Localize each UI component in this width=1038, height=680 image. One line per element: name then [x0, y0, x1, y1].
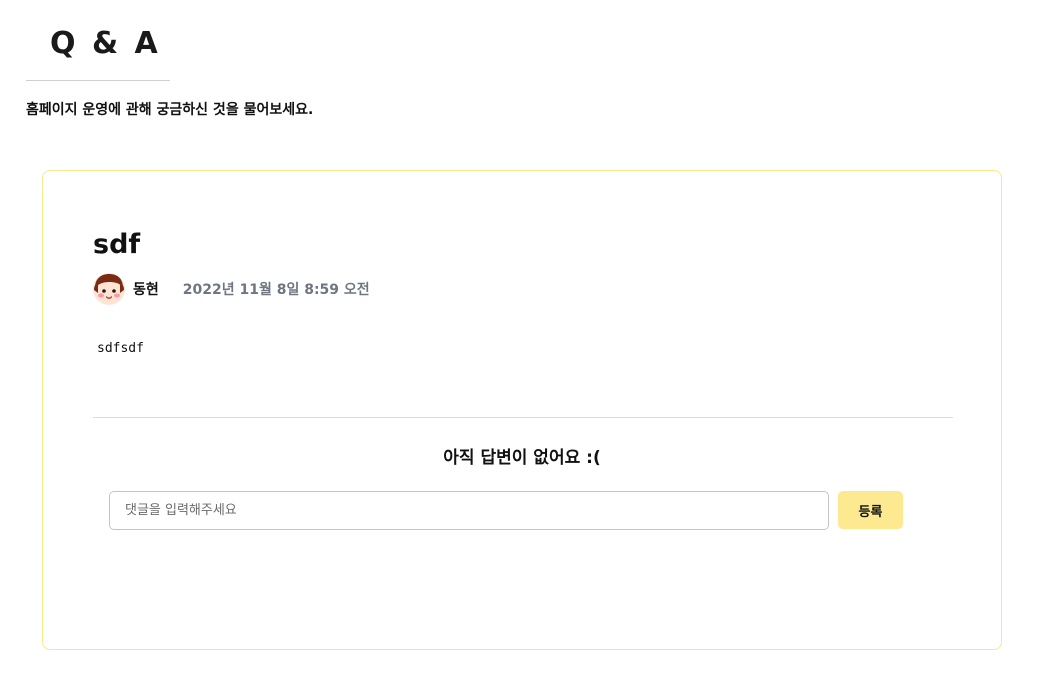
author-name: 동현 [133, 282, 159, 298]
post-date: 2022년 11월 8일 8:59 오전 [182, 282, 370, 298]
qa-page: Q & A 홈페이지 운영에 관해 궁금하신 것을 물어보세요. sdf 동현 [0, 0, 1038, 680]
answer-divider [93, 417, 953, 418]
page-title: Q & A [50, 26, 161, 61]
submit-comment-button[interactable]: 등록 [838, 491, 903, 529]
post-body: sdfsdf [97, 341, 144, 356]
page-subtitle: 홈페이지 운영에 관해 궁금하신 것을 물어보세요. [26, 102, 314, 118]
post-meta: 동현 2022년 11월 8일 8:59 오전 [93, 272, 370, 306]
no-answer-message: 아직 답변이 없어요 :( [443, 448, 601, 468]
title-divider [26, 80, 170, 81]
comment-input[interactable] [109, 491, 829, 530]
avatar-icon [93, 273, 125, 305]
post-card: sdf 동현 2022년 11월 8일 8:59 오전 sdfsdf 아직 답변… [42, 170, 1002, 650]
post-title: sdf [93, 229, 141, 260]
